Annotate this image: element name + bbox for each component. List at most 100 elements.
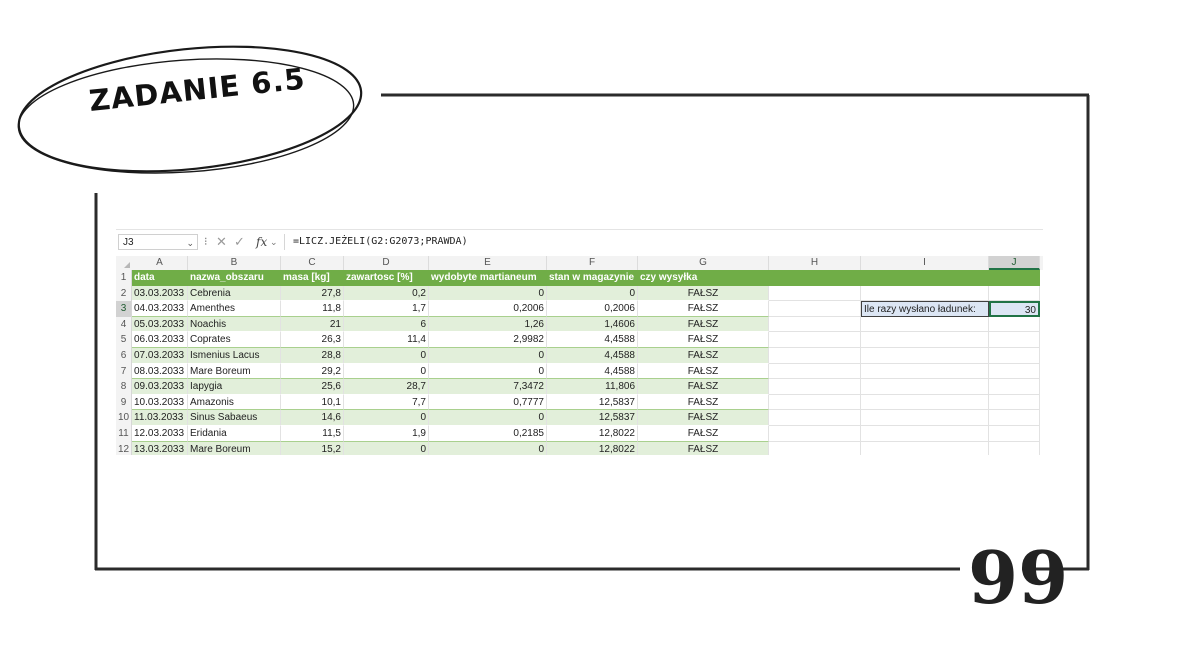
data-cell[interactable]: 07.03.2033 [132, 348, 188, 364]
name-box[interactable]: J3 ⌄ [118, 234, 198, 250]
data-cell[interactable]: FAŁSZ [638, 441, 769, 455]
data-cell[interactable]: 14,6 [281, 410, 344, 426]
data-cell[interactable]: 0 [344, 363, 429, 380]
data-cell[interactable]: 15,2 [281, 441, 344, 455]
check-icon[interactable]: ✓ [234, 234, 245, 250]
empty-cell[interactable] [989, 332, 1040, 348]
data-cell[interactable]: Sinus Sabaeus [188, 410, 281, 426]
empty-cell[interactable] [861, 332, 989, 348]
empty-cell[interactable] [861, 363, 989, 380]
data-cell[interactable]: Noachis [188, 316, 281, 333]
formula-input[interactable]: =LICZ.JEŻELI(G2:G2073;PRAWDA) [284, 234, 1033, 250]
data-cell[interactable]: 13.03.2033 [132, 441, 188, 455]
column-title-cell[interactable]: masa [kg] [281, 270, 344, 286]
data-cell[interactable]: 0,2006 [547, 301, 638, 317]
column-title-cell[interactable]: data [132, 270, 188, 286]
empty-cell[interactable] [989, 316, 1040, 333]
empty-cell[interactable] [861, 348, 989, 364]
summary-label-cell[interactable]: Ile razy wysłano ładunek: [861, 301, 989, 317]
empty-cell[interactable] [769, 301, 861, 317]
empty-cell[interactable] [989, 285, 1040, 302]
data-cell[interactable]: 0 [344, 441, 429, 455]
empty-cell[interactable] [989, 441, 1040, 455]
column-header-i[interactable]: I [861, 256, 989, 270]
data-cell[interactable]: Ismenius Lacus [188, 348, 281, 364]
column-title-cell[interactable]: zawartosc [%] [344, 270, 429, 286]
data-cell[interactable]: 25,6 [281, 379, 344, 395]
data-cell[interactable]: 11,8 [281, 301, 344, 317]
empty-cell[interactable] [989, 410, 1040, 426]
data-cell[interactable]: 7,7 [344, 394, 429, 411]
column-title-cell[interactable]: czy wysyłka [638, 270, 769, 286]
data-cell[interactable]: Mare Boreum [188, 363, 281, 380]
row-header[interactable]: 8 [116, 379, 132, 395]
row-header[interactable]: 12 [116, 441, 132, 455]
data-cell[interactable]: Amazonis [188, 394, 281, 411]
row-header[interactable]: 11 [116, 426, 132, 442]
empty-cell[interactable] [769, 394, 861, 411]
data-cell[interactable]: 6 [344, 316, 429, 333]
data-cell[interactable]: 0 [429, 363, 547, 380]
row-header[interactable]: 1 [116, 270, 132, 286]
data-cell[interactable]: 1,4606 [547, 316, 638, 333]
data-cell[interactable]: Iapygia [188, 379, 281, 395]
fx-icon[interactable]: fx [256, 234, 267, 250]
data-cell[interactable]: 12,8022 [547, 441, 638, 455]
data-cell[interactable]: 0 [429, 410, 547, 426]
empty-cell[interactable] [861, 426, 989, 442]
empty-cell[interactable] [989, 379, 1040, 395]
data-cell[interactable]: 29,2 [281, 363, 344, 380]
data-cell[interactable]: 11.03.2033 [132, 410, 188, 426]
column-header-c[interactable]: C [281, 256, 344, 270]
column-header-h[interactable]: H [769, 256, 861, 270]
data-cell[interactable]: Coprates [188, 332, 281, 348]
data-cell[interactable]: 11,4 [344, 332, 429, 348]
data-cell[interactable]: 0,2185 [429, 426, 547, 442]
data-cell[interactable]: 7,3472 [429, 379, 547, 395]
empty-cell[interactable] [861, 394, 989, 411]
data-cell[interactable]: 1,7 [344, 301, 429, 317]
data-cell[interactable]: FAŁSZ [638, 301, 769, 317]
cross-icon[interactable]: ✕ [216, 234, 227, 250]
data-cell[interactable]: 0,2 [344, 285, 429, 302]
empty-cell[interactable] [989, 270, 1040, 286]
column-header-a[interactable]: A [132, 256, 188, 270]
column-header-e[interactable]: E [429, 256, 547, 270]
column-title-cell[interactable]: wydobyte martianeum [429, 270, 547, 286]
data-cell[interactable]: 0 [429, 285, 547, 302]
data-cell[interactable]: 0 [429, 441, 547, 455]
data-cell[interactable]: 26,3 [281, 332, 344, 348]
summary-value-cell[interactable]: 30 [989, 301, 1040, 317]
row-header[interactable]: 7 [116, 363, 132, 380]
data-cell[interactable]: 28,7 [344, 379, 429, 395]
empty-cell[interactable] [769, 441, 861, 455]
column-header-f[interactable]: F [547, 256, 638, 270]
data-cell[interactable]: 4,4588 [547, 348, 638, 364]
empty-cell[interactable] [861, 410, 989, 426]
data-cell[interactable]: 11,806 [547, 379, 638, 395]
data-cell[interactable]: 1,9 [344, 426, 429, 442]
data-cell[interactable]: 0,2006 [429, 301, 547, 317]
data-cell[interactable]: FAŁSZ [638, 285, 769, 302]
row-header[interactable]: 4 [116, 316, 132, 333]
empty-cell[interactable] [861, 316, 989, 333]
data-cell[interactable]: 0 [547, 285, 638, 302]
empty-cell[interactable] [769, 348, 861, 364]
data-cell[interactable]: Eridania [188, 426, 281, 442]
row-header[interactable]: 3 [116, 301, 132, 317]
column-title-cell[interactable]: nazwa_obszaru [188, 270, 281, 286]
empty-cell[interactable] [769, 426, 861, 442]
data-cell[interactable]: FAŁSZ [638, 379, 769, 395]
select-all-corner[interactable] [116, 256, 132, 270]
empty-cell[interactable] [861, 441, 989, 455]
data-cell[interactable]: 12.03.2033 [132, 426, 188, 442]
empty-cell[interactable] [769, 316, 861, 333]
empty-cell[interactable] [769, 332, 861, 348]
chevron-down-icon[interactable]: ⌄ [186, 235, 194, 251]
data-cell[interactable]: 21 [281, 316, 344, 333]
data-cell[interactable]: 1,26 [429, 316, 547, 333]
data-cell[interactable]: FAŁSZ [638, 316, 769, 333]
data-cell[interactable]: 0 [344, 348, 429, 364]
row-header[interactable]: 5 [116, 332, 132, 348]
data-cell[interactable]: 28,8 [281, 348, 344, 364]
